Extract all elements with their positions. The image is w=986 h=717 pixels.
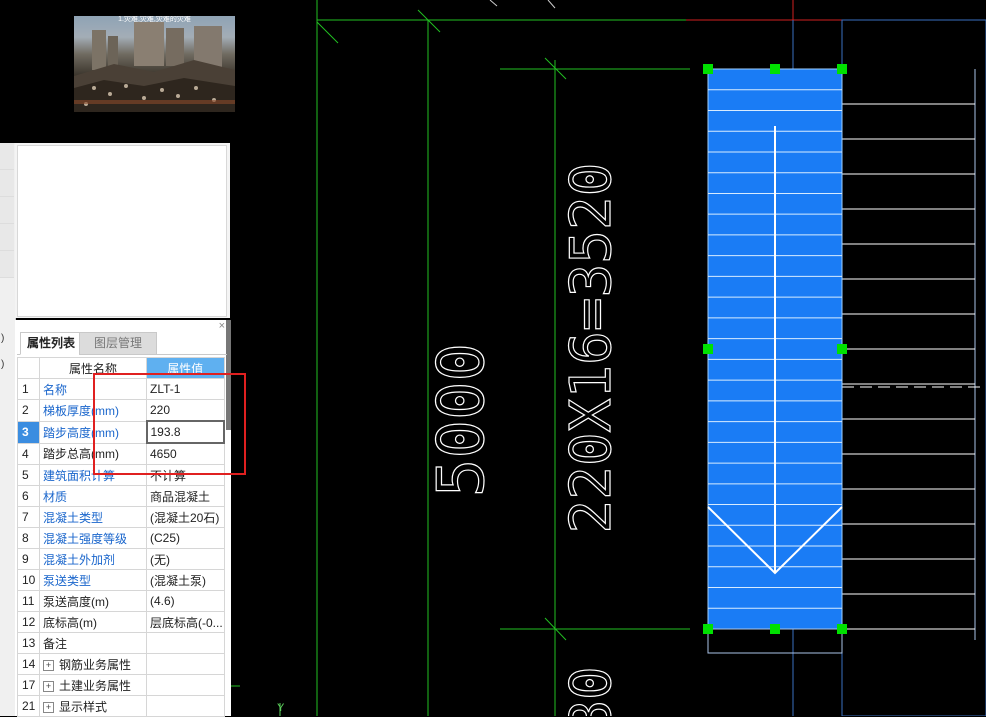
property-name: 混凝土外加剂 (39, 548, 147, 570)
axis-y-label: Y (277, 702, 285, 714)
rubble-photo (74, 22, 235, 112)
property-value[interactable]: (4.6) (146, 590, 225, 612)
property-name-text: 混凝土类型 (43, 510, 104, 525)
property-value[interactable]: (混凝土20石) (146, 506, 225, 528)
property-name: 材质 (39, 485, 147, 507)
tab-layer-management[interactable]: 图层管理 (79, 332, 157, 355)
dimension-steps-label: 220X16=3520 (559, 163, 624, 534)
property-name-text: 名称 (43, 382, 68, 397)
property-value[interactable]: 商品混凝土 (146, 485, 225, 507)
table-row[interactable]: 13 备注 (17, 632, 225, 654)
table-row[interactable]: 14 + 钢筋业务属性 (17, 653, 225, 675)
drawing-canvas[interactable]: 5000 220X16=3520 80 (231, 0, 986, 716)
strip-cell[interactable] (0, 197, 14, 224)
table-row[interactable]: 10 泵送类型 (混凝土泵) (17, 569, 225, 591)
property-name-text: 备注 (43, 636, 68, 651)
expand-icon[interactable]: + (43, 680, 54, 692)
property-name: + 土建业务属性 (39, 674, 147, 696)
video-thumbnail[interactable]: 1.灾难,灾难,灾难的灾难 (74, 16, 235, 112)
close-icon[interactable]: × (219, 320, 225, 332)
property-value[interactable]: (混凝土泵) (146, 569, 225, 591)
dimension-total-label: 5000 (425, 343, 499, 497)
row-index: 2 (17, 399, 40, 422)
left-toolbar-strip: ) ) (0, 143, 16, 716)
dimension-partial-label: 80 (559, 666, 624, 716)
table-row[interactable]: 21 + 显示样式 (17, 695, 225, 717)
row-index: 4 (17, 442, 40, 465)
row-index: 6 (17, 485, 40, 507)
property-name: 泵送高度(m) (39, 590, 147, 612)
row-index: 11 (17, 590, 40, 612)
row-index: 7 (17, 506, 40, 528)
property-value[interactable]: (C25) (146, 527, 225, 549)
row-index: 1 (17, 378, 40, 400)
strip-cell[interactable] (0, 143, 14, 170)
strip-cell[interactable] (0, 251, 14, 278)
row-index: 9 (17, 548, 40, 570)
component-list-pane (15, 143, 230, 318)
property-value[interactable] (146, 695, 225, 717)
property-name-text: 混凝土外加剂 (43, 552, 116, 567)
property-name-text: 泵送类型 (43, 573, 92, 588)
table-row[interactable]: 17 + 土建业务属性 (17, 674, 225, 696)
property-value[interactable] (146, 632, 225, 654)
property-name: 备注 (39, 632, 147, 654)
header-index (17, 357, 40, 379)
property-name-text: 钢筋业务属性 (59, 657, 132, 672)
property-name-text: 材质 (43, 489, 68, 504)
table-row[interactable]: 8 混凝土强度等级 (C25) (17, 527, 225, 549)
tab-property-list[interactable]: 属性列表 (20, 332, 82, 355)
table-row[interactable]: 11 泵送高度(m) (4.6) (17, 590, 225, 612)
property-name: 混凝土类型 (39, 506, 147, 528)
property-name-text: 混凝土强度等级 (43, 531, 128, 546)
row-index: 12 (17, 611, 40, 633)
row-index: 10 (17, 569, 40, 591)
expand-icon[interactable]: + (43, 659, 54, 671)
row-index: 3 (17, 420, 40, 444)
component-list[interactable] (17, 145, 227, 317)
strip-marker: ) (1, 333, 5, 344)
table-row[interactable]: 7 混凝土类型 (混凝土20石) (17, 506, 225, 528)
property-value[interactable] (146, 653, 225, 675)
property-value[interactable]: 层底标高(-0... (146, 611, 225, 633)
property-name-text: 泵送高度(m) (43, 594, 109, 609)
property-name: 泵送类型 (39, 569, 147, 591)
row-index: 17 (17, 674, 40, 696)
property-value[interactable] (146, 674, 225, 696)
property-name-text: 底标高(m) (43, 615, 97, 630)
row-index: 21 (17, 695, 40, 717)
property-name: 混凝土强度等级 (39, 527, 147, 549)
row-index: 8 (17, 527, 40, 549)
property-name: + 钢筋业务属性 (39, 653, 147, 675)
row-index: 13 (17, 632, 40, 654)
table-row[interactable]: 12 底标高(m) 层底标高(-0... (17, 611, 225, 633)
row-index: 14 (17, 653, 40, 675)
table-row[interactable]: 9 混凝土外加剂 (无) (17, 548, 225, 570)
expand-icon[interactable]: + (43, 701, 54, 713)
table-row[interactable]: 6 材质 商品混凝土 (17, 485, 225, 507)
strip-cell[interactable] (0, 170, 14, 197)
property-value[interactable]: (无) (146, 548, 225, 570)
highlight-annotation-box (93, 373, 246, 475)
row-index: 5 (17, 464, 40, 486)
property-name-text: 土建业务属性 (59, 678, 132, 693)
property-name-text: 显示样式 (59, 699, 108, 714)
strip-cell[interactable] (0, 224, 14, 251)
property-name: 底标高(m) (39, 611, 147, 633)
property-name: + 显示样式 (39, 695, 147, 717)
panel-tabs: 属性列表 图层管理 (17, 332, 227, 355)
strip-marker: ) (1, 359, 5, 370)
